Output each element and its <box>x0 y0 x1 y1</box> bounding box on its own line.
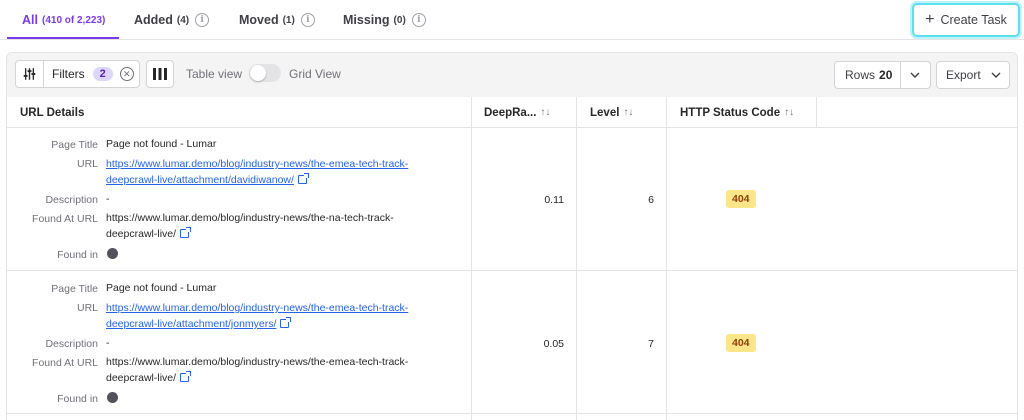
found-at-url-value: https://www.lumar.demo/blog/industry-new… <box>106 354 408 386</box>
tab-missing-label: Missing <box>343 13 390 27</box>
tab-added-label: Added <box>134 13 173 27</box>
status-badge: 404 <box>726 190 756 208</box>
description-value: - <box>106 193 110 205</box>
description-label: Description <box>45 194 98 206</box>
deeprank-value: 0.11 <box>544 194 564 206</box>
column-divider <box>666 97 667 420</box>
columns-icon <box>153 68 167 80</box>
column-header-label: HTTP Status Code <box>680 106 781 119</box>
create-task-label: Create Task <box>940 13 1007 27</box>
export-label: Export <box>946 68 981 82</box>
tab-missing[interactable]: Missing (0) i <box>343 0 426 40</box>
column-header-http-status[interactable]: HTTP Status Code ↑↓ <box>680 97 794 128</box>
globe-icon <box>107 392 118 403</box>
page-title-label: Page Title <box>51 139 98 151</box>
columns-button[interactable] <box>146 60 174 88</box>
column-divider <box>816 97 817 128</box>
description-value: - <box>106 337 110 349</box>
found-at-url-label: Found At URL <box>32 357 98 369</box>
tab-moved[interactable]: Moved (1) i <box>239 0 315 40</box>
sort-icon[interactable]: ↑↓ <box>784 107 794 118</box>
toggle-knob <box>250 65 266 81</box>
sliders-icon <box>23 61 44 87</box>
rows-selector[interactable]: Rows 20 <box>834 61 931 89</box>
column-header-label: Level <box>590 106 620 119</box>
column-header-deeprank[interactable]: DeepRa... ↑↓ <box>484 97 550 128</box>
tab-bar: All (410 of 2,223) Added (4) i Moved (1)… <box>0 0 1024 40</box>
page-title-label: Page Title <box>51 283 98 295</box>
external-link-icon[interactable] <box>297 173 309 184</box>
url-label: URL <box>76 158 98 170</box>
level-value: 7 <box>648 338 654 350</box>
column-header-url-details[interactable]: URL Details <box>20 97 84 128</box>
tab-all[interactable]: All (410 of 2,223) <box>22 0 105 40</box>
active-tab-indicator <box>7 37 119 39</box>
table-view-label: Table view <box>186 67 243 81</box>
description-label: Description <box>45 338 98 350</box>
column-divider <box>471 97 472 420</box>
external-link-icon[interactable] <box>280 317 292 328</box>
url-line-2[interactable]: deepcrawl-live/attachment/davidiwanow/ <box>106 174 294 186</box>
info-icon[interactable]: i <box>411 13 426 27</box>
chevron-down-icon <box>910 72 920 78</box>
row-divider <box>7 413 1017 414</box>
url-line-2[interactable]: deepcrawl-live/attachment/jonmyers/ <box>106 318 276 330</box>
view-toggle[interactable] <box>249 64 281 82</box>
plus-icon: + <box>925 11 935 28</box>
column-divider <box>576 97 577 420</box>
found-at-line-1: https://www.lumar.demo/blog/industry-new… <box>106 212 394 224</box>
export-button[interactable]: Export <box>936 61 1010 89</box>
url-line-1[interactable]: https://www.lumar.demo/blog/industry-new… <box>106 302 408 314</box>
tab-missing-count: (0) <box>393 14 406 26</box>
filters-count-badge: 2 <box>92 67 113 81</box>
clear-filters-icon[interactable]: ✕ <box>119 67 134 81</box>
info-icon[interactable]: i <box>300 13 315 27</box>
url-link[interactable]: https://www.lumar.demo/blog/industry-new… <box>106 156 408 188</box>
info-icon[interactable]: i <box>195 13 210 27</box>
tab-all-label: All <box>22 13 38 27</box>
create-task-button[interactable]: + Create Task <box>912 3 1020 37</box>
page-title-value: Page not found - Lumar <box>106 138 217 150</box>
found-in-label: Found in <box>57 249 98 261</box>
sort-icon[interactable]: ↑↓ <box>623 107 633 118</box>
url-link[interactable]: https://www.lumar.demo/blog/industry-new… <box>106 300 408 332</box>
level-value: 6 <box>648 194 654 206</box>
found-at-line-2: deepcrawl-live/ <box>106 372 177 384</box>
url-label: URL <box>76 302 98 314</box>
row-divider <box>7 270 1017 271</box>
column-header-label: DeepRa... <box>484 106 537 119</box>
tab-all-count: (410 of 2,223) <box>41 14 106 26</box>
header-divider <box>7 127 1017 128</box>
column-header-level[interactable]: Level ↑↓ <box>590 97 633 128</box>
found-at-line-1: https://www.lumar.demo/blog/industry-new… <box>106 356 409 368</box>
status-badge: 404 <box>726 334 756 352</box>
chevron-down-icon <box>991 72 1001 78</box>
found-at-line-2: deepcrawl-live/ <box>106 228 177 240</box>
rows-label: Rows <box>845 68 876 82</box>
deeprank-value: 0.05 <box>543 338 564 350</box>
tab-added[interactable]: Added (4) i <box>134 0 210 40</box>
grid-view-label: Grid View <box>289 67 341 81</box>
external-link-icon[interactable] <box>180 371 192 382</box>
tab-added-count: (4) <box>176 14 190 26</box>
globe-icon <box>107 248 118 259</box>
page-title-value: Page not found - Lumar <box>106 282 217 294</box>
found-at-url-label: Found At URL <box>32 213 98 225</box>
filters-button[interactable]: Filters 2 ✕ <box>15 60 140 88</box>
filters-label: Filters <box>52 67 85 81</box>
sort-icon[interactable]: ↑↓ <box>540 107 550 118</box>
rows-value: 20 <box>879 68 893 82</box>
tab-moved-count: (1) <box>282 14 295 26</box>
column-header-label: URL Details <box>20 106 85 119</box>
url-line-1[interactable]: https://www.lumar.demo/blog/industry-new… <box>106 158 408 170</box>
tab-moved-label: Moved <box>239 13 279 27</box>
found-in-label: Found in <box>57 393 98 405</box>
found-at-url-value: https://www.lumar.demo/blog/industry-new… <box>106 210 394 242</box>
external-link-icon[interactable] <box>180 227 192 238</box>
